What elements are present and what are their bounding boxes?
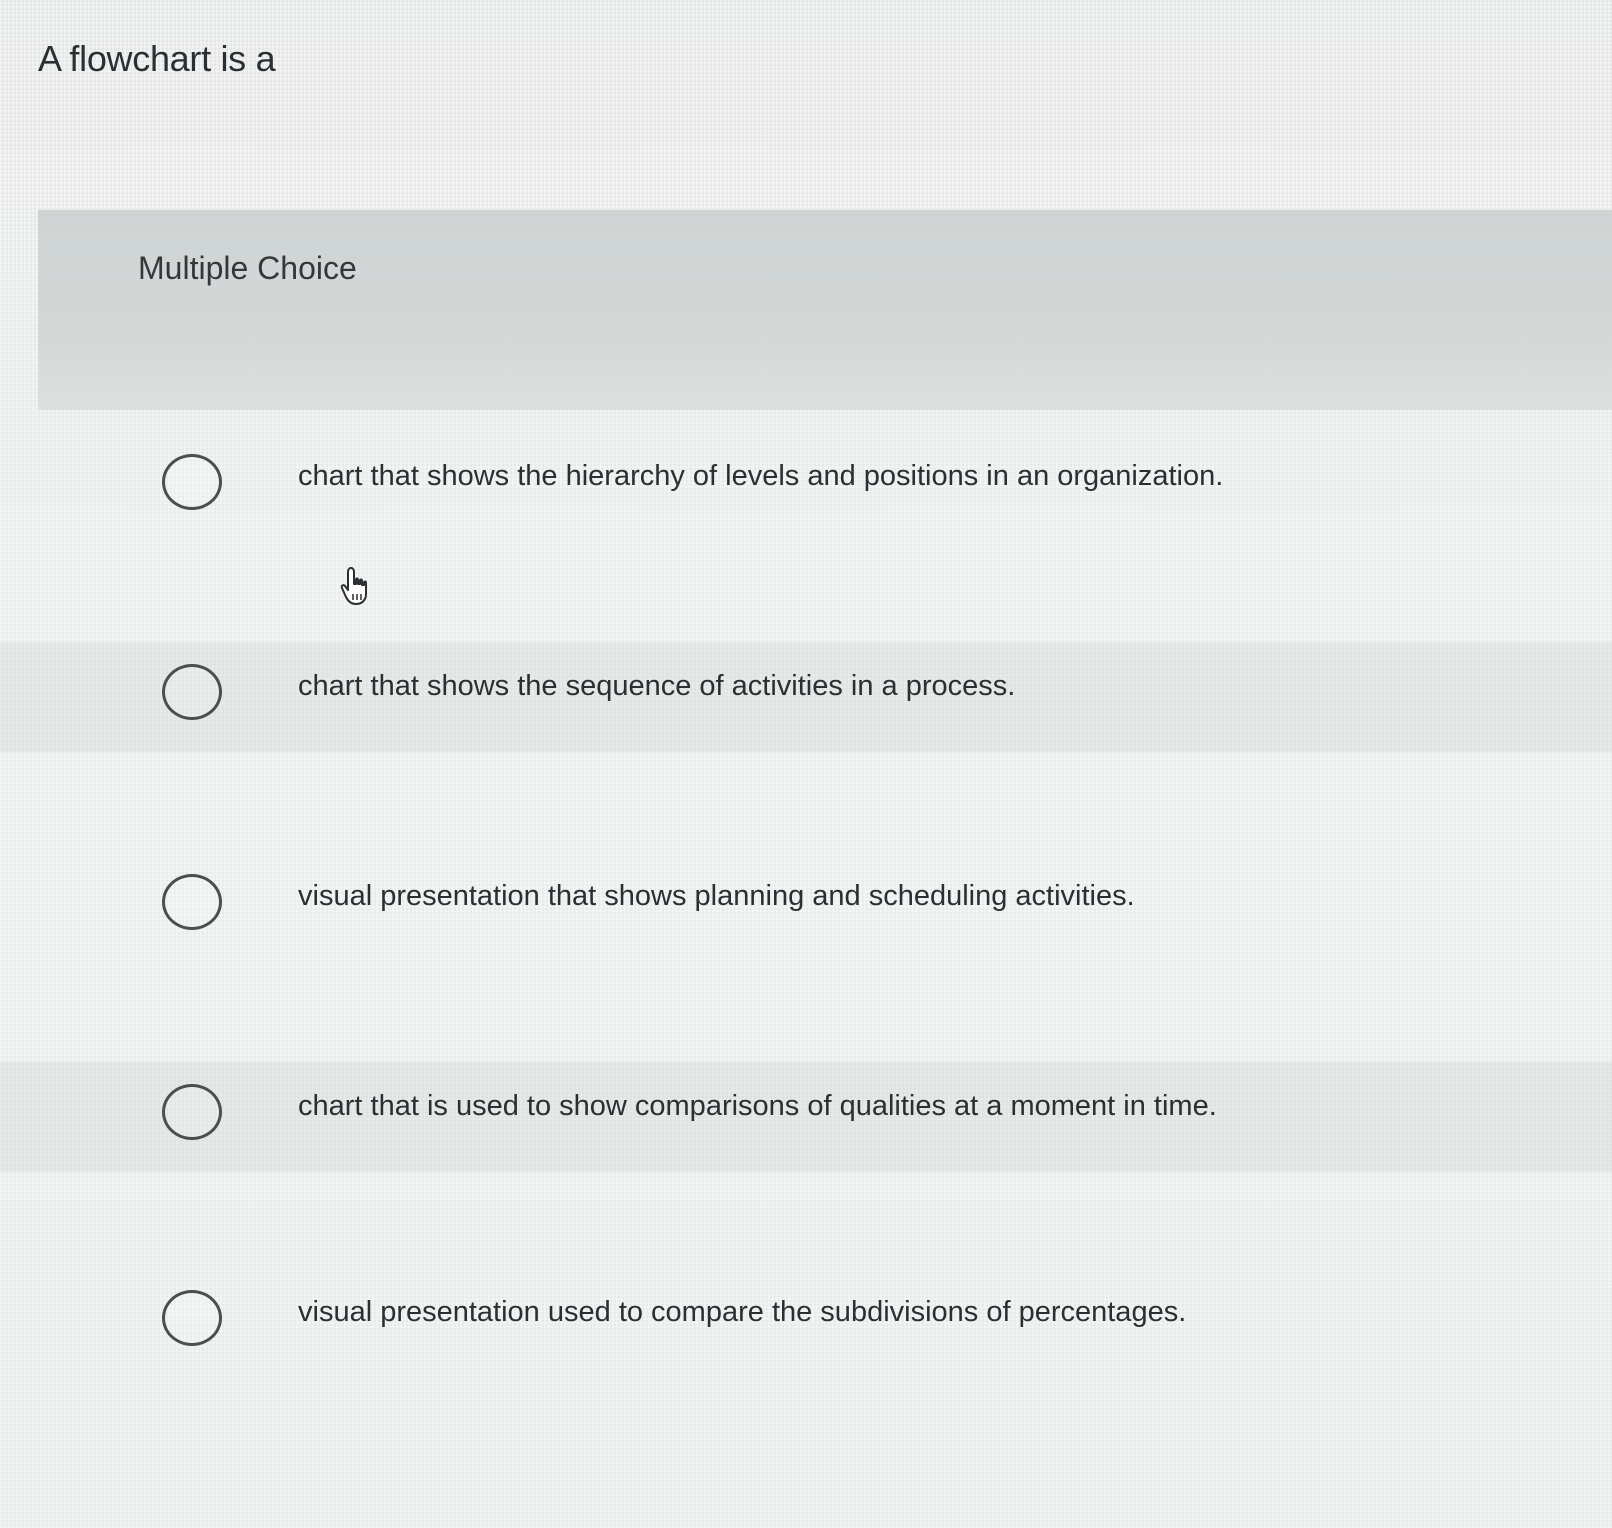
answer-option-2[interactable]: chart that shows the sequence of activit…: [0, 642, 1612, 752]
answer-option-text[interactable]: chart that shows the hierarchy of levels…: [298, 460, 1223, 493]
answer-option-text[interactable]: visual presentation that shows planning …: [298, 880, 1135, 913]
answer-option-4[interactable]: chart that is used to show comparisons o…: [0, 1062, 1612, 1172]
radio-button-icon[interactable]: [162, 1290, 222, 1346]
radio-button-icon[interactable]: [162, 874, 222, 930]
answer-option-5[interactable]: visual presentation used to compare the …: [0, 1268, 1612, 1378]
answer-option-3[interactable]: visual presentation that shows planning …: [0, 852, 1612, 962]
answer-option-text[interactable]: visual presentation used to compare the …: [298, 1296, 1186, 1329]
answer-option-1[interactable]: chart that shows the hierarchy of levels…: [0, 432, 1612, 542]
hand-pointer-icon: [340, 567, 367, 605]
answer-options: chart that shows the hierarchy of levels…: [0, 0, 1612, 1528]
answer-option-text[interactable]: chart that is used to show comparisons o…: [298, 1090, 1217, 1123]
radio-button-icon[interactable]: [162, 664, 222, 720]
radio-button-icon[interactable]: [162, 454, 222, 510]
answer-option-text[interactable]: chart that shows the sequence of activit…: [298, 670, 1015, 703]
radio-button-icon[interactable]: [162, 1084, 222, 1140]
